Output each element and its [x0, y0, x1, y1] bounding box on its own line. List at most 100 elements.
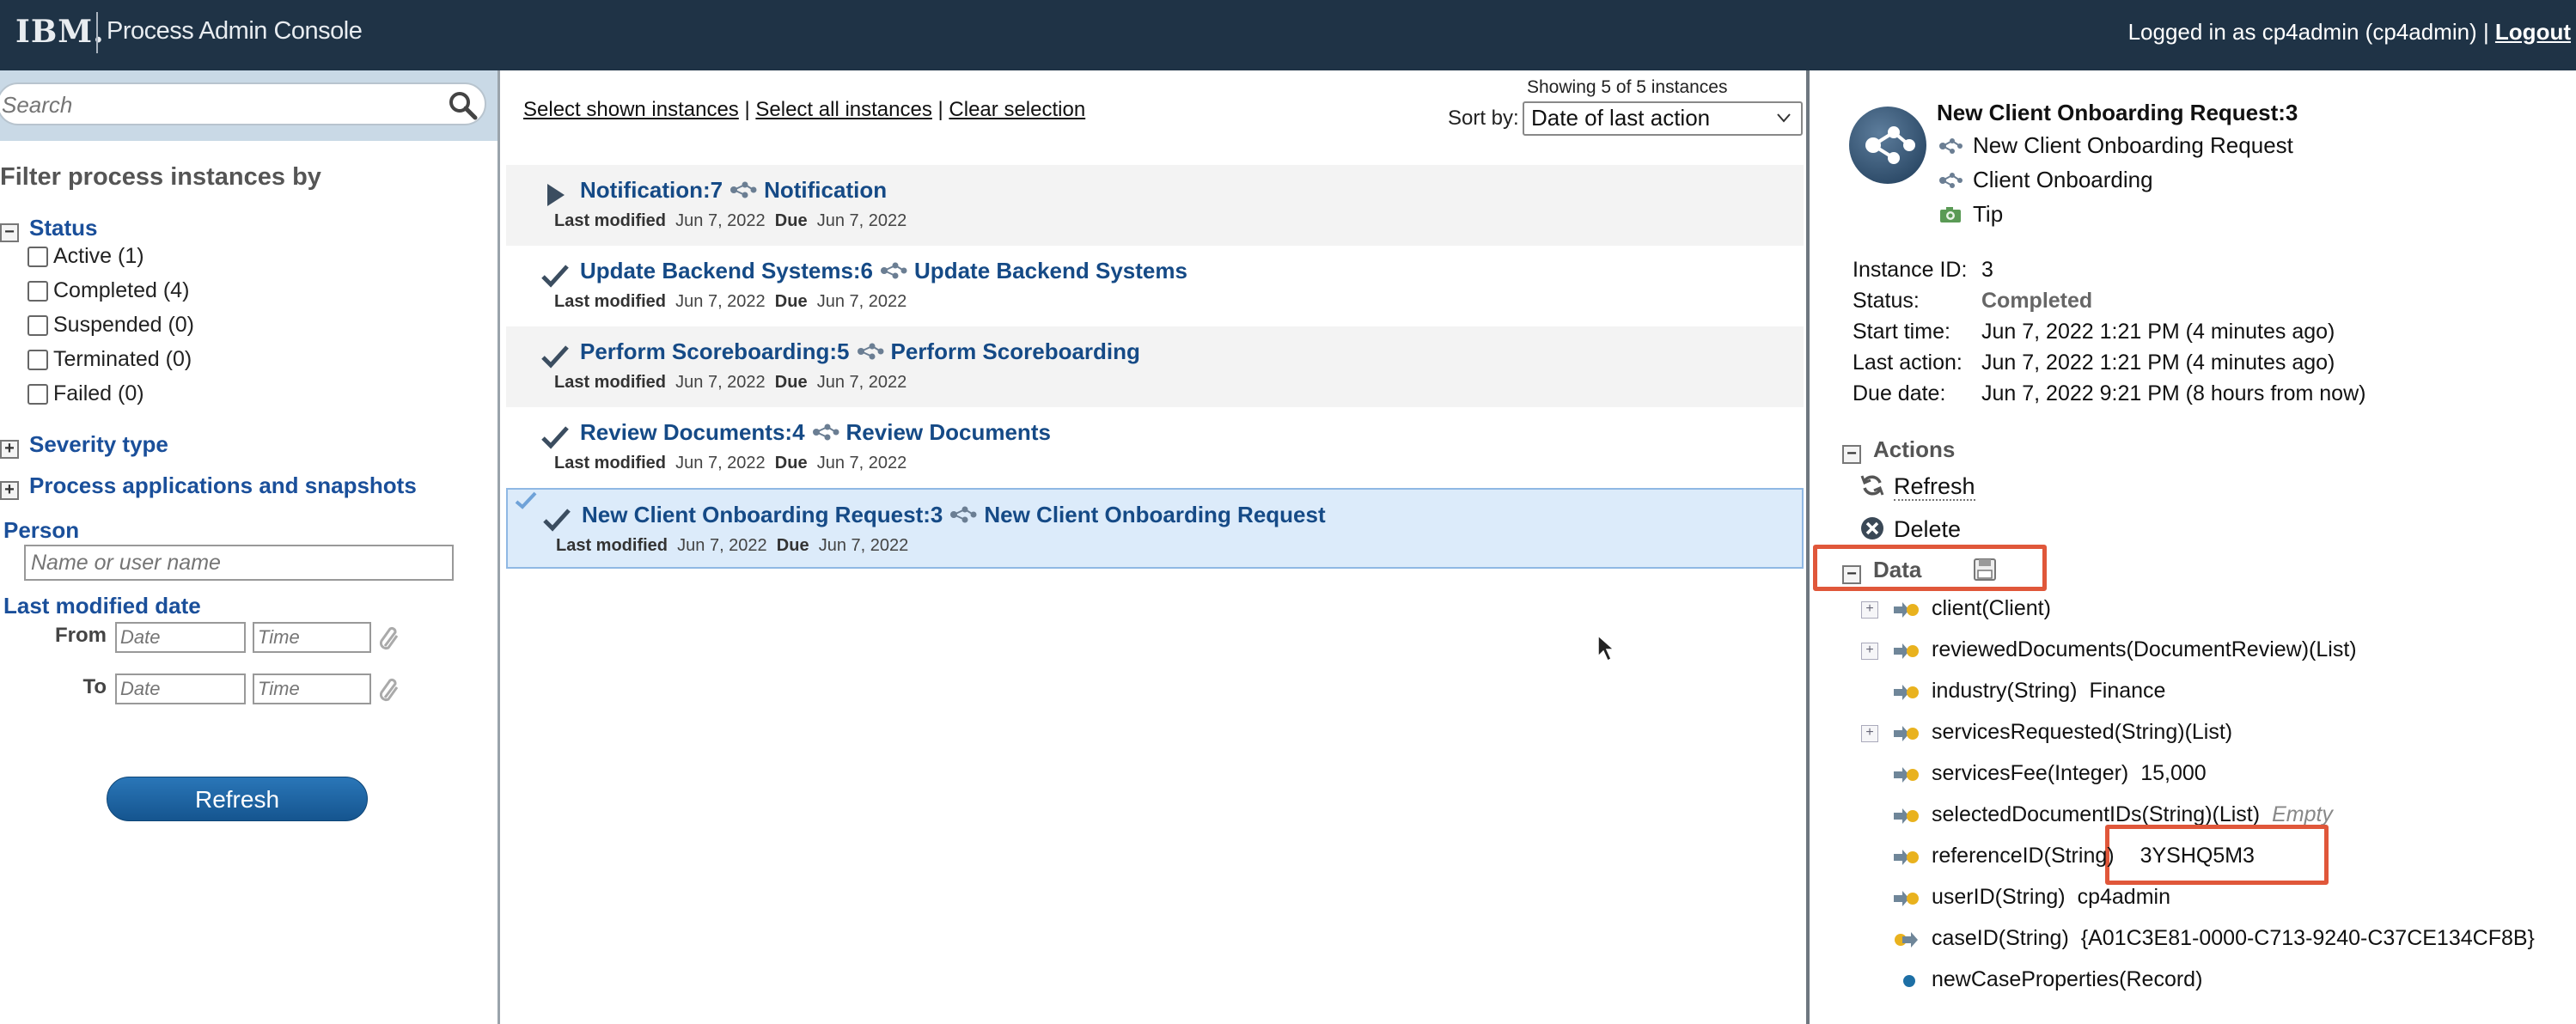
process-link[interactable]: New Client Onboarding Request — [984, 502, 1325, 527]
to-date-row: To — [82, 674, 407, 706]
process-link[interactable]: Update Backend Systems — [914, 258, 1187, 283]
variable-icon — [1894, 643, 1919, 659]
data-row-reference-id[interactable]: referenceID(String) 3YSHQ5M3 — [1861, 844, 2566, 873]
refresh-filter-button[interactable]: Refresh — [107, 777, 368, 821]
process-link[interactable]: Review Documents — [846, 419, 1051, 445]
checkmark-icon — [543, 509, 571, 532]
instance-list-panel: Select shown instances | Select all inst… — [503, 70, 1806, 1024]
person-input[interactable] — [26, 546, 452, 579]
refresh-action[interactable]: Refresh — [1859, 472, 1975, 501]
expand-icon[interactable]: + — [1861, 725, 1878, 742]
variable-icon — [1894, 850, 1919, 865]
status-section-header[interactable]: − Status — [0, 215, 97, 242]
logout-link[interactable]: Logout — [2495, 19, 2571, 45]
expand-icon[interactable]: + — [0, 440, 19, 459]
status-filter-failed[interactable]: Failed (0) — [27, 381, 194, 416]
severity-section-header[interactable]: + Severity type — [0, 431, 168, 459]
checkbox[interactable] — [27, 384, 48, 405]
collapse-icon[interactable]: − — [1842, 445, 1861, 464]
from-time-input[interactable] — [254, 624, 369, 651]
data-value: {A01C3E81-0000-C713-9240-C37CE134CF8B} — [2080, 926, 2535, 950]
sort-by-select[interactable]: Date of last action — [1523, 101, 1803, 136]
instance-title: New Client Onboarding Request:3 — [1937, 100, 2298, 125]
status-filter-active[interactable]: Active (1) — [27, 244, 194, 278]
instance-link[interactable]: Update Backend Systems:6 — [580, 258, 873, 283]
data-value: Empty — [2272, 802, 2333, 826]
instance-row[interactable]: Notification:7 Notification Last modified… — [506, 165, 1804, 246]
status-filter-terminated[interactable]: Terminated (0) — [27, 347, 194, 381]
instance-row[interactable]: Review Documents:4 Review Documents Last … — [506, 407, 1804, 488]
from-date-field[interactable] — [115, 622, 246, 653]
from-time-field[interactable] — [253, 622, 371, 653]
last-modified-date: Jun 7, 2022 — [675, 373, 766, 392]
person-field[interactable] — [24, 545, 454, 581]
actions-section-header[interactable]: − Actions — [1842, 436, 1955, 464]
apps-section-label: Process applications and snapshots — [29, 472, 417, 498]
to-date-field[interactable] — [115, 674, 246, 704]
expand-icon[interactable]: + — [0, 481, 19, 500]
data-row-new-case-properties[interactable]: newCaseProperties(Record) — [1861, 967, 2566, 997]
save-icon[interactable] — [1973, 558, 1997, 582]
delete-action[interactable]: Delete — [1859, 515, 1961, 543]
process-flow-icon — [881, 262, 907, 279]
from-date-input[interactable] — [117, 624, 244, 651]
search-input[interactable] — [2, 91, 431, 119]
filter-title: Filter process instances by — [0, 163, 321, 191]
to-time-field[interactable] — [253, 674, 371, 704]
person-label: Person — [3, 517, 80, 543]
application-name[interactable]: Client Onboarding — [1973, 167, 2153, 192]
data-row-industry[interactable]: industry(String) Finance — [1861, 679, 2566, 708]
process-link[interactable]: Perform Scoreboarding — [891, 338, 1140, 364]
due-date-value: Jun 7, 2022 9:21 PM (8 hours from now) — [1981, 381, 2366, 405]
select-all-link[interactable]: Select all instances — [755, 98, 931, 121]
instance-link[interactable]: New Client Onboarding Request:3 — [582, 502, 943, 527]
status-filter-suspended[interactable]: Suspended (0) — [27, 313, 194, 347]
collapse-icon[interactable]: − — [1842, 565, 1861, 584]
instance-link[interactable]: Review Documents:4 — [580, 419, 805, 445]
checkbox[interactable] — [27, 350, 48, 370]
start-time-value: Jun 7, 2022 1:21 PM (4 minutes ago) — [1981, 320, 2335, 344]
instance-list: Notification:7 Notification Last modified… — [506, 165, 1804, 569]
clear-date-icon[interactable] — [376, 624, 402, 653]
instance-row[interactable]: Perform Scoreboarding:5 Perform Scoreboar… — [506, 326, 1804, 407]
clear-selection-link[interactable]: Clear selection — [949, 98, 1085, 121]
instance-row[interactable]: Update Backend Systems:6 Update Backend S… — [506, 246, 1804, 326]
variable-icon — [1894, 726, 1919, 741]
process-flow-icon — [1865, 126, 1915, 164]
expand-icon[interactable]: + — [1861, 601, 1878, 619]
refresh-icon — [1860, 475, 1884, 496]
sort-by-value: Date of last action — [1531, 105, 1711, 131]
data-row-user-id[interactable]: userID(String) cp4admin — [1861, 885, 2566, 914]
last-modified-date: Jun 7, 2022 — [677, 536, 767, 555]
checkbox[interactable] — [27, 315, 48, 336]
collapse-icon[interactable]: − — [0, 223, 19, 242]
instance-row-selected[interactable]: New Client Onboarding Request:3 New Clien… — [506, 488, 1804, 569]
data-section-header[interactable]: − Data — [1842, 557, 1997, 584]
apps-section-header[interactable]: + Process applications and snapshots — [0, 472, 417, 500]
to-date-input[interactable] — [117, 675, 244, 703]
clear-date-icon[interactable] — [376, 675, 402, 704]
process-link[interactable]: Notification — [764, 177, 887, 203]
data-row-case-id[interactable]: caseID(String) {A01C3E81-0000-C713-9240-C… — [1861, 926, 2566, 955]
expand-icon[interactable]: + — [1861, 643, 1878, 660]
snapshot-name[interactable]: Tip — [1973, 201, 2003, 227]
select-shown-link[interactable]: Select shown instances — [523, 98, 739, 121]
snapshot-row: Tip — [1938, 201, 2003, 228]
checkbox[interactable] — [27, 281, 48, 302]
data-row-reviewed-documents[interactable]: + reviewedDocuments(DocumentReview)(List… — [1861, 637, 2566, 667]
data-row-client[interactable]: + client(Client) — [1861, 596, 2566, 625]
record-icon — [1903, 975, 1915, 987]
process-name[interactable]: New Client Onboarding Request — [1973, 132, 2293, 158]
logo-divider — [96, 12, 98, 53]
search-box[interactable] — [0, 82, 486, 125]
instance-link[interactable]: Notification:7 — [580, 177, 723, 203]
to-time-input[interactable] — [254, 675, 369, 703]
status-filter-completed[interactable]: Completed (4) — [27, 278, 194, 313]
data-row-services-fee[interactable]: servicesFee(Integer) 15,000 — [1861, 761, 2566, 790]
due-date: Jun 7, 2022 — [818, 536, 909, 555]
checkbox[interactable] — [27, 247, 48, 267]
search-icon[interactable] — [447, 89, 479, 122]
top-header: IBM. Process Admin Console Logged in as … — [0, 0, 2576, 70]
instance-link[interactable]: Perform Scoreboarding:5 — [580, 338, 850, 364]
data-row-services-requested[interactable]: + servicesRequested(String)(List) — [1861, 720, 2566, 749]
